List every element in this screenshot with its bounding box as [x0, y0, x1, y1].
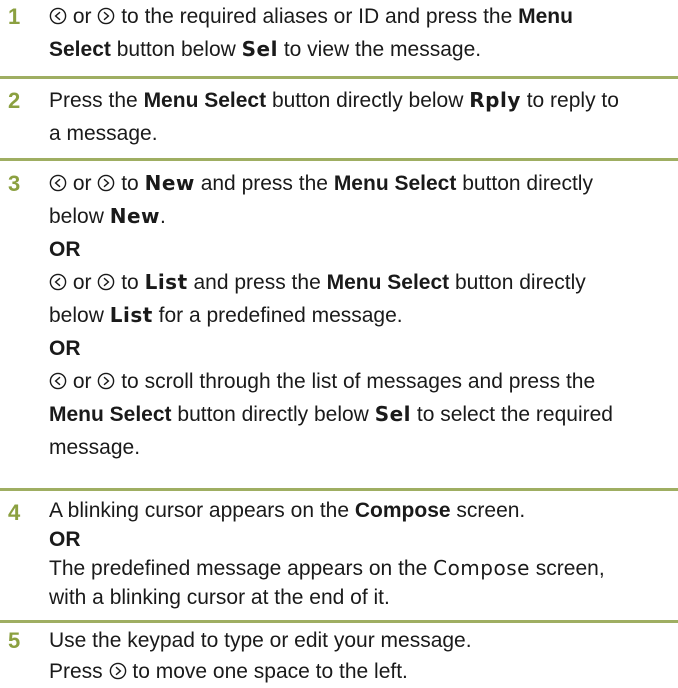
step-line: or to the required aliases or ID and pre…	[49, 0, 674, 33]
step-body: A blinking cursor appears on the Compose…	[49, 496, 674, 612]
step-line: below List for a predefined message.	[49, 303, 403, 327]
softkey-label: New	[144, 171, 195, 195]
softkey-label: Sel	[374, 402, 412, 426]
nav-left-icon	[49, 174, 67, 192]
nav-right-icon	[97, 372, 115, 390]
step-line: Use the keypad to type or edit your mess…	[49, 629, 472, 652]
nav-right-icon	[97, 273, 115, 291]
nav-right-icon	[109, 662, 127, 680]
softkey-label: Rply	[469, 88, 521, 112]
step-line: a message.	[49, 122, 158, 145]
step-number: 4	[8, 500, 21, 525]
nav-left-icon	[49, 7, 67, 25]
step-number: 3	[8, 171, 21, 196]
softkey-label: Sel	[241, 37, 278, 61]
step-body: Press the Menu Select button directly be…	[49, 84, 674, 150]
step-line: Press to move one space to the left.	[49, 660, 408, 683]
nav-left-icon	[49, 372, 67, 390]
step-line: below New.	[49, 204, 166, 228]
step-line: The predefined message appears on the Co…	[49, 556, 605, 580]
step-line: or to List and press the Menu Select but…	[49, 266, 674, 299]
or-label: OR	[49, 528, 81, 551]
step-line: Menu Select button directly below Sel to…	[49, 402, 613, 426]
step-number: 2	[8, 88, 21, 113]
step-number: 5	[8, 628, 21, 653]
step-body: or to the required aliases or ID and pre…	[49, 0, 674, 66]
nav-right-icon	[97, 7, 115, 25]
step-body: or to New and press the Menu Select butt…	[49, 167, 674, 464]
screen-name-label: Compose	[433, 556, 530, 580]
divider	[0, 76, 678, 79]
step-line: A blinking cursor appears on the Compose…	[49, 499, 526, 522]
divider	[0, 620, 678, 623]
step-line: or to scroll through the list of message…	[49, 365, 674, 398]
step-line: message.	[49, 436, 141, 459]
or-label: OR	[49, 238, 81, 261]
divider	[0, 488, 678, 491]
step-line: Press the Menu Select button directly be…	[49, 88, 619, 112]
nav-right-icon	[97, 174, 115, 192]
or-label: OR	[49, 337, 81, 360]
softkey-label: New	[109, 204, 160, 228]
step-body: Use the keypad to type or edit your mess…	[49, 624, 674, 688]
step-line: with a blinking cursor at the end of it.	[49, 586, 390, 609]
divider	[0, 158, 678, 161]
step-number: 1	[8, 4, 21, 29]
step-line: or to New and press the Menu Select butt…	[49, 167, 674, 200]
softkey-label: List	[144, 270, 188, 294]
step-line: Select button below Sel to view the mess…	[49, 37, 482, 61]
nav-left-icon	[49, 273, 67, 291]
softkey-label: List	[109, 303, 153, 327]
